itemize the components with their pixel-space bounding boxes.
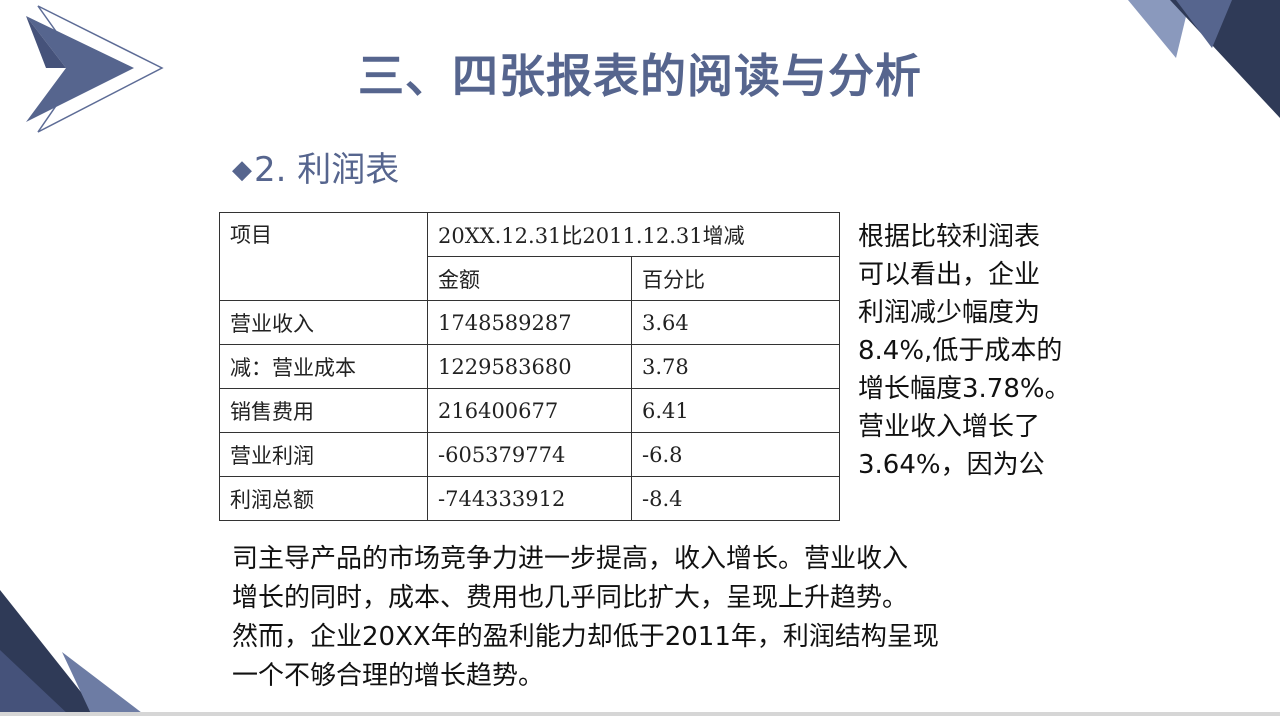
header-percent: 百分比 xyxy=(631,256,840,301)
row-percent: 3.78 xyxy=(631,344,840,389)
side-text-line: 利润减少幅度为 xyxy=(858,298,1041,328)
row-amount: -605379774 xyxy=(427,432,632,477)
slide-title: 三、四张报表的阅读与分析 xyxy=(358,49,922,103)
header-period: 20XX.12.31比2011.12.31增减 xyxy=(427,212,840,257)
row-item: 减：营业成本 xyxy=(219,344,428,389)
table-header-row: 项目 20XX.12.31比2011.12.31增减 xyxy=(219,212,840,301)
header-item: 项目 xyxy=(219,212,428,301)
table-row: 销售费用 216400677 6.41 xyxy=(219,388,840,433)
side-text-line: 增长幅度3.78%。 xyxy=(858,374,1071,404)
bottom-text-line: 增长的同时，成本、费用也几乎同比扩大，呈现上升趋势。 xyxy=(232,583,909,613)
slide: 三、四张报表的阅读与分析 ◆2. 利润表 项目 20XX.12.31比2011.… xyxy=(0,0,1280,716)
side-text-line: 营业收入增长了 xyxy=(858,412,1041,442)
side-text-line: 3.64%，因为公 xyxy=(858,450,1045,480)
section-subtitle: ◆2. 利润表 xyxy=(232,142,399,191)
side-text-line: 8.4%,低于成本的 xyxy=(858,336,1063,366)
table-row: 减：营业成本 1229583680 3.78 xyxy=(219,344,840,389)
row-percent: -6.8 xyxy=(631,432,840,477)
row-percent: 3.64 xyxy=(631,300,840,345)
analysis-side-text: 根据比较利润表 可以看出，企业 利润减少幅度为 8.4%,低于成本的 增长幅度3… xyxy=(858,218,1108,484)
diamond-bullet-icon: ◆ xyxy=(232,155,252,185)
header-amount: 金额 xyxy=(427,256,632,301)
row-item: 营业收入 xyxy=(219,300,428,345)
row-percent: -8.4 xyxy=(631,476,840,521)
row-item: 销售费用 xyxy=(219,388,428,433)
bottom-text-line: 然而，企业20XX年的盈利能力却低于2011年，利润结构呈现 xyxy=(232,622,939,652)
income-statement-table: 项目 20XX.12.31比2011.12.31增减 金额 百分比 营业收入 1… xyxy=(219,212,840,521)
bottom-scroll-bar xyxy=(0,712,1280,716)
row-item: 利润总额 xyxy=(219,476,428,521)
row-amount: -744333912 xyxy=(427,476,632,521)
subtitle-text: 2. 利润表 xyxy=(254,150,400,190)
table-row: 利润总额 -744333912 -8.4 xyxy=(219,476,840,521)
corner-triangles-bottom-left xyxy=(0,590,146,716)
table-row: 营业利润 -605379774 -6.8 xyxy=(219,432,840,477)
analysis-bottom-text: 司主导产品的市场竞争力进一步提高，收入增长。营业收入 增长的同时，成本、费用也几… xyxy=(232,540,1132,696)
bottom-text-line: 一个不够合理的增长趋势。 xyxy=(232,661,545,691)
row-amount: 216400677 xyxy=(427,388,632,433)
row-item: 营业利润 xyxy=(219,432,428,477)
row-amount: 1748589287 xyxy=(427,300,632,345)
row-amount: 1229583680 xyxy=(427,344,632,389)
side-text-line: 可以看出，企业 xyxy=(858,260,1041,290)
table-row: 营业收入 1748589287 3.64 xyxy=(219,300,840,345)
row-percent: 6.41 xyxy=(631,388,840,433)
bottom-text-line: 司主导产品的市场竞争力进一步提高，收入增长。营业收入 xyxy=(232,544,909,574)
side-text-line: 根据比较利润表 xyxy=(858,222,1041,252)
